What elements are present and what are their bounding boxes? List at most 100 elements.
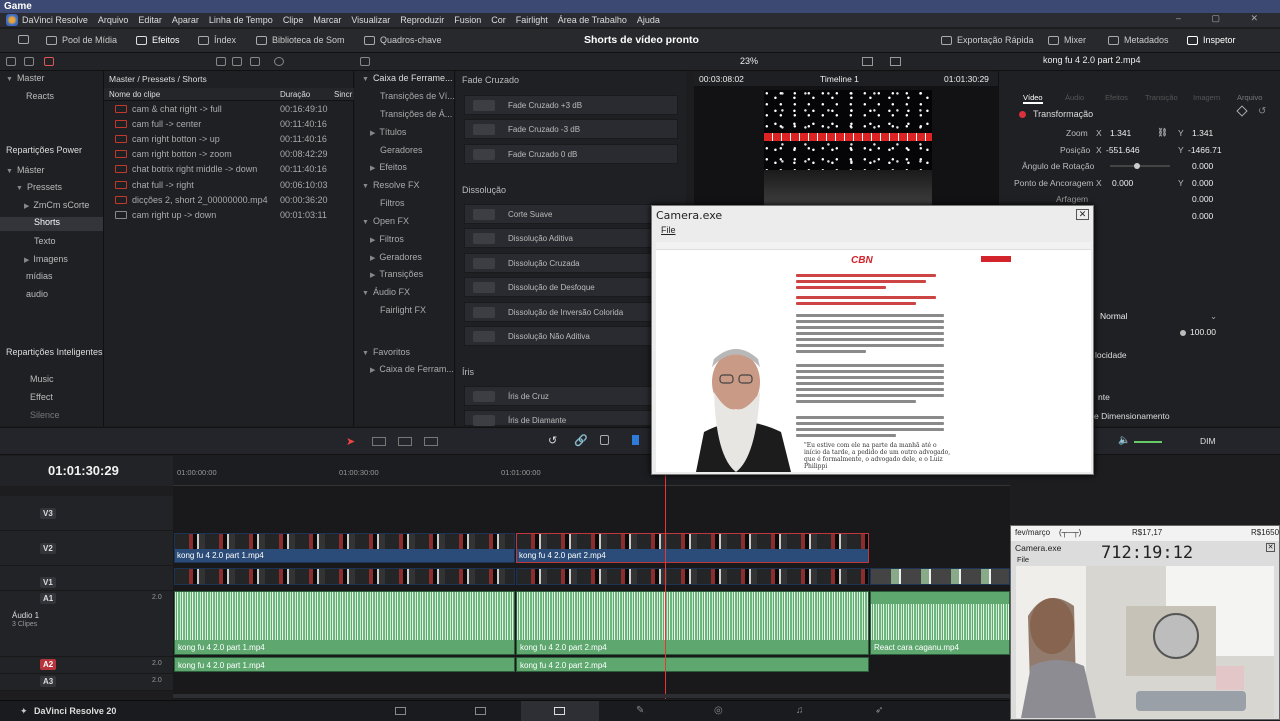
- toolbox-effects[interactable]: ▶ Efeitos: [370, 162, 407, 172]
- smart-bin-effect[interactable]: Effect: [30, 392, 53, 402]
- zoom-level[interactable]: 23%: [740, 56, 758, 66]
- power-bin-midias[interactable]: mídias: [26, 271, 53, 281]
- cut-page-icon[interactable]: [475, 707, 486, 715]
- thumbnail-view-icon[interactable]: [216, 57, 226, 66]
- effect-tile[interactable]: Dissolução de Desfoque: [464, 277, 678, 297]
- timeline-timecode[interactable]: 01:01:30:29: [48, 463, 119, 478]
- power-bin-master[interactable]: ▼ Máster: [6, 165, 44, 175]
- playhead[interactable]: [665, 456, 666, 699]
- timeline-clip-v1-part2[interactable]: [516, 568, 869, 585]
- open-fx-filters[interactable]: ▶ Filtros: [370, 234, 404, 244]
- effect-tile[interactable]: Dissolução Não Aditiva: [464, 326, 678, 346]
- clip-row[interactable]: cam right botton -> up 00:11:40:16: [110, 132, 350, 147]
- power-bin-texto[interactable]: Texto: [34, 236, 56, 246]
- linked-selection-icon[interactable]: 🔗: [574, 434, 588, 447]
- toolbox-header[interactable]: ▼ Caixa de Ferrame...: [362, 73, 452, 83]
- resolve-fx-filters[interactable]: Filtros: [380, 198, 405, 208]
- inspector-tab-audio[interactable]: Áudio: [1065, 93, 1084, 102]
- menu-marcar[interactable]: Marcar: [313, 15, 341, 25]
- opacity-slider-knob[interactable]: [1180, 330, 1186, 336]
- close-icon[interactable]: ✕: [1076, 209, 1089, 220]
- inspector-tab-transition[interactable]: Transição: [1145, 93, 1178, 102]
- blend-mode-select[interactable]: Normal: [1100, 311, 1127, 321]
- timeline-clip-v2-part2[interactable]: kong fu 4 2.0 part 2.mp4: [516, 533, 869, 563]
- speaker-icon[interactable]: 🔈: [1118, 435, 1130, 446]
- effect-tile[interactable]: Dissolução Aditiva: [464, 228, 678, 248]
- camera-file-menu[interactable]: File: [661, 225, 676, 235]
- pitch-field[interactable]: 0.000: [1192, 194, 1213, 204]
- media-page-icon[interactable]: [395, 707, 406, 715]
- menu-cor[interactable]: Cor: [491, 15, 506, 25]
- link-icon[interactable]: ⛓: [1157, 127, 1168, 138]
- timeline-scrollbar[interactable]: [173, 694, 1010, 698]
- timeline-clip-a1-part2[interactable]: kong fu 4 2.0 part 2.mp4: [516, 591, 869, 655]
- clip-row[interactable]: chat full -> right 00:06:10:03: [110, 178, 350, 193]
- bin-reacts[interactable]: Reacts: [26, 91, 54, 101]
- effect-tile[interactable]: Fade Cruzado 0 dB: [464, 144, 678, 164]
- toolbox-audio-transitions[interactable]: Transições de Á...: [380, 109, 452, 119]
- anchor-y-field[interactable]: 0.000: [1192, 178, 1213, 188]
- deliver-page-icon[interactable]: ➶: [875, 705, 883, 716]
- toolbox-titles[interactable]: ▶ Títulos: [370, 127, 406, 137]
- inspector-button[interactable]: Inspetor: [1187, 35, 1236, 45]
- clip-row[interactable]: cam full -> center 00:11:40:16: [110, 117, 350, 132]
- timeline-clip-v2-part1[interactable]: kong fu 4 2.0 part 1.mp4: [174, 533, 515, 563]
- effect-tile[interactable]: Fade Cruzado -3 dB: [464, 119, 678, 139]
- menu-arquivo[interactable]: Arquivo: [98, 15, 129, 25]
- sound-library-button[interactable]: Biblioteca de Som: [256, 35, 345, 45]
- section-enabled-dot-icon[interactable]: [1019, 111, 1026, 118]
- power-bin-shorts[interactable]: Shorts: [0, 217, 103, 231]
- quick-export-button[interactable]: Exportação Rápida: [941, 35, 1034, 45]
- volume-slider[interactable]: [1134, 441, 1162, 443]
- edit-page-tab[interactable]: [521, 701, 599, 721]
- section-fade-cruzado[interactable]: Fade Cruzado: [462, 75, 519, 85]
- flag-icon[interactable]: [632, 435, 639, 445]
- camera-window[interactable]: Camera.exe ✕ File CBN "Eu estive com ele…: [651, 205, 1094, 475]
- dynamic-trim-icon[interactable]: [398, 437, 412, 446]
- resolve-fx[interactable]: ▼ Resolve FX: [362, 180, 419, 190]
- menu-editar[interactable]: Editar: [138, 15, 162, 25]
- toolbox-video-transitions[interactable]: Transições de Ví...: [380, 91, 455, 101]
- bin-list-icon[interactable]: [24, 57, 34, 66]
- overlay-icon[interactable]: [890, 57, 901, 66]
- yaw-field[interactable]: 0.000: [1192, 211, 1213, 221]
- menu-fairlight[interactable]: Fairlight: [516, 15, 548, 25]
- search-icon[interactable]: [274, 57, 284, 66]
- stabilization-section[interactable]: nte: [1098, 392, 1110, 402]
- window-controls[interactable]: – ▢ ✕: [1176, 13, 1272, 24]
- menu-reproduzir[interactable]: Reproduzir: [400, 15, 444, 25]
- inspector-tab-image[interactable]: Imagem: [1193, 93, 1220, 102]
- menu-aparar[interactable]: Aparar: [172, 15, 199, 25]
- favorites[interactable]: ▼ Favoritos: [362, 347, 410, 357]
- smart-bin-music[interactable]: Music: [30, 374, 54, 384]
- viewer-size-icon[interactable]: [862, 57, 873, 66]
- effect-tile[interactable]: Íris de Cruz: [464, 386, 678, 406]
- effect-tile[interactable]: Dissolução Cruzada: [464, 253, 678, 273]
- trim-tool-icon[interactable]: [372, 437, 386, 446]
- selection-tool-icon[interactable]: ➤: [346, 435, 355, 448]
- menu-visualizar[interactable]: Visualizar: [351, 15, 390, 25]
- power-bin-audio[interactable]: audio: [26, 289, 48, 299]
- clip-row[interactable]: chat botrix right middle -> down 00:11:40…: [110, 162, 350, 177]
- menu-area-de-trabalho[interactable]: Área de Trabalho: [558, 15, 627, 25]
- blade-tool-icon[interactable]: [424, 437, 438, 446]
- fusion-page-icon[interactable]: ✎: [636, 705, 644, 716]
- inspector-tab-file[interactable]: Arquivo: [1237, 93, 1262, 102]
- menu-davinci[interactable]: DaVinci Resolve: [22, 15, 88, 25]
- metadata-button[interactable]: Metadados: [1108, 35, 1169, 45]
- index-button[interactable]: Índex: [198, 35, 236, 45]
- effect-tile[interactable]: Dissolução de Inversão Colorida: [464, 302, 678, 322]
- pos-x-field[interactable]: -551.646: [1106, 145, 1140, 155]
- col-duration[interactable]: Duração: [280, 90, 310, 99]
- open-fx-generators[interactable]: ▶ Geradores: [370, 252, 422, 262]
- fairlight-fx[interactable]: Fairlight FX: [380, 305, 426, 315]
- effects-button[interactable]: Efeitos: [136, 35, 180, 45]
- smart-bin-silence[interactable]: Silence: [30, 410, 60, 420]
- toolbox-generators[interactable]: Geradores: [380, 145, 423, 155]
- zoom-y-field[interactable]: 1.341: [1192, 128, 1213, 138]
- effect-tile[interactable]: Corte Suave: [464, 204, 678, 224]
- scaling-section[interactable]: e Dimensionamento: [1094, 411, 1170, 421]
- mixer-button[interactable]: Mixer: [1048, 35, 1086, 45]
- menu-clipe[interactable]: Clipe: [283, 15, 304, 25]
- panel-toggle-icon[interactable]: [6, 57, 16, 66]
